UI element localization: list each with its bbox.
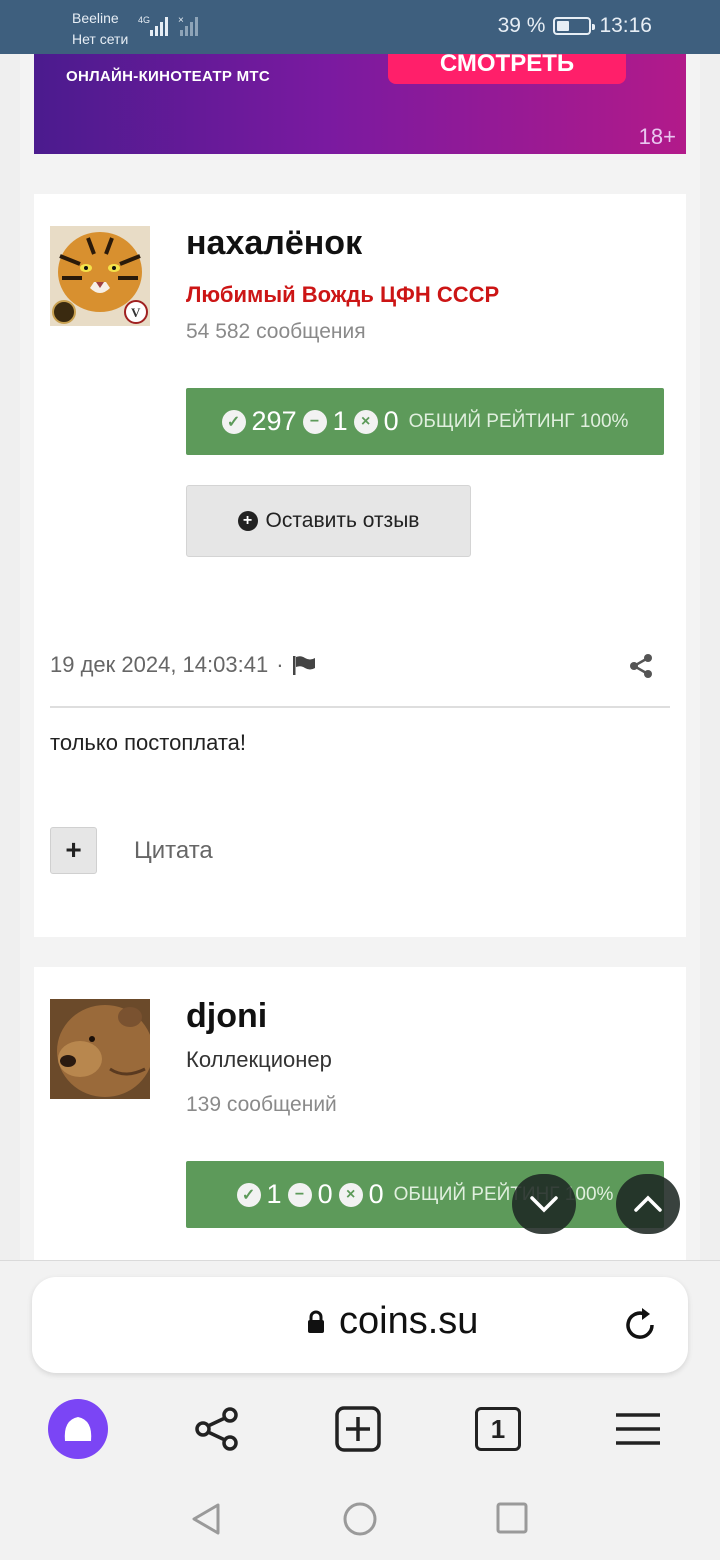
rating-negative: 0 [383,406,399,436]
rating-label: ОБЩИЙ РЕЙТИНГ 100% [408,410,629,432]
message-count: 54 582 сообщения [186,320,366,343]
carrier-name: Beeline [72,10,119,26]
network-type-text: 4G [138,15,150,25]
home-icon[interactable] [342,1501,378,1537]
status-bar: Beeline Нет сети 4G × 39 % 13:16 [0,0,720,54]
share-icon [195,1407,238,1451]
rating-neutral: 0 [317,1179,333,1209]
age-rating: 18+ [638,124,676,149]
rating-label: ОБЩИЙ РЕЙТИНГ 100% [393,1183,614,1205]
post-date[interactable]: 19 дек 2024, 14:03:41 [50,652,268,678]
rating-positive: 297 [251,406,297,436]
share-icon[interactable] [628,653,654,679]
post-card: V нахалёнок Любимый Вождь ЦФН СССР 54 58… [34,194,686,937]
alice-icon [48,1399,108,1459]
post-card: djoni Коллекционер 139 сообщений ✓ 1 − 0… [34,967,686,1267]
x-circle-icon: × [353,409,378,434]
back-icon[interactable] [190,1502,222,1536]
username[interactable]: djoni [186,997,267,1036]
check-circle-icon: ✓ [236,1182,261,1207]
user-role: Любимый Вождь ЦФН СССР [186,282,500,307]
rating-bar[interactable]: ✓ 297 − 1 × 0 ОБЩИЙ РЕЙТИНГ 100% [186,388,664,455]
signal-icon: 4G × [138,15,198,36]
new-tab-icon [335,1406,381,1452]
rating-bar[interactable]: ✓ 1 − 0 × 0 ОБЩИЙ РЕЙТИНГ 100% [186,1161,664,1228]
x-circle-icon: × [338,1182,363,1207]
new-tab-button[interactable] [326,1397,390,1461]
rating-negative: 0 [368,1179,384,1209]
url-display[interactable]: coins.su [307,1300,478,1343]
plus-circle-icon: + [237,511,258,531]
minus-circle-icon: − [302,409,327,434]
menu-icon [616,1413,660,1445]
recents-icon[interactable] [496,1502,528,1534]
rating-positive: 1 [266,1179,282,1209]
post-divider [50,706,670,708]
menu-button[interactable] [606,1397,670,1461]
url-text: coins.su [339,1300,479,1342]
lock-icon [308,1310,324,1333]
avatar-bear[interactable] [50,999,150,1099]
user-role: Коллекционер [186,1047,332,1072]
ad-banner[interactable]: ОНЛАЙН-КИНОТЕАТР МТС СМОТРЕТЬ 18+ [34,54,686,154]
chevron-up-icon [634,1195,662,1212]
post-meta: 19 дек 2024, 14:03:41 · [50,652,316,678]
clock: 13:16 [599,14,652,37]
share-button[interactable] [185,1397,249,1461]
tabs-button[interactable]: 1 [466,1397,530,1461]
battery-icon [553,17,596,35]
feedback-label: Оставить отзыв [265,509,420,532]
rating-neutral: 1 [332,406,348,436]
svg-text:V: V [131,305,141,320]
avatar-tiger[interactable]: V [50,226,150,326]
system-nav-bar [0,1488,720,1548]
check-circle-icon: ✓ [221,409,246,434]
battery-percent: 39 % [497,14,546,37]
network-status: Нет сети [72,31,129,47]
carrier-info: Beeline Нет сети [72,8,128,50]
banner-watch-button[interactable]: СМОТРЕТЬ [388,54,626,84]
tabs-icon: 1 [475,1407,521,1451]
quote-label[interactable]: Цитата [134,837,213,865]
minus-circle-icon: − [287,1182,312,1207]
reload-icon[interactable] [622,1307,658,1343]
post-body: только постоплата! [50,730,246,755]
date-separator: · [276,652,284,677]
leave-feedback-button[interactable]: + Оставить отзыв [186,485,471,557]
username[interactable]: нахалёнок [186,224,362,263]
address-bar[interactable]: coins.su [32,1277,688,1373]
quote-toggle-button[interactable]: + [50,827,97,874]
alice-button[interactable] [46,1397,110,1461]
scroll-up-button[interactable] [616,1174,680,1234]
svg-text:×: × [178,15,184,26]
flag-icon[interactable] [292,655,316,675]
status-right: 39 % 13:16 [498,14,652,38]
chevron-down-icon [530,1196,558,1213]
scroll-down-button[interactable] [512,1174,576,1234]
message-count: 139 сообщений [186,1093,337,1116]
banner-subtitle: ОНЛАЙН-КИНОТЕАТР МТС [66,68,270,85]
